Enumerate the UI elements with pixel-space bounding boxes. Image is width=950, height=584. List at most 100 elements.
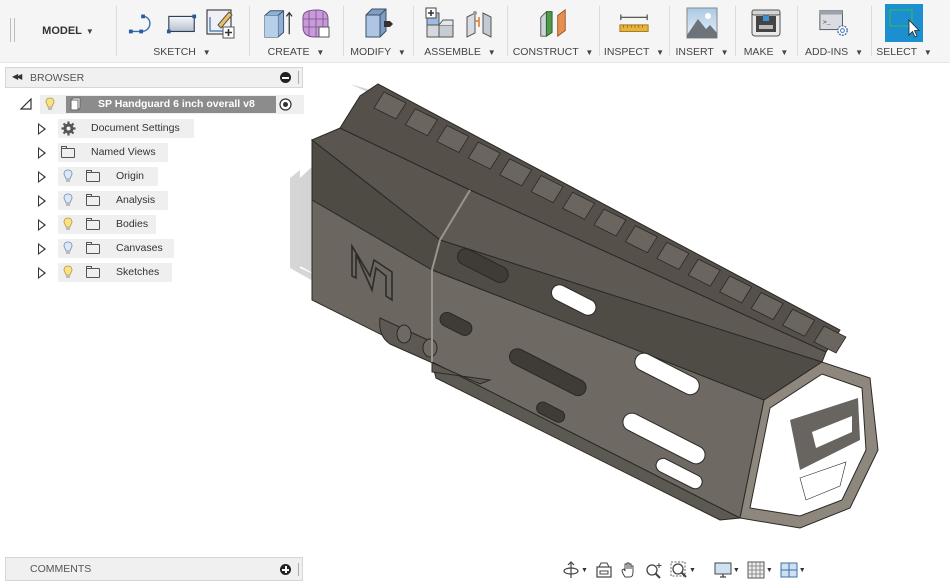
toolbar-group-inspect: INSPECT ▼ — [600, 0, 668, 62]
svg-text:>_: >_ — [823, 19, 831, 26]
extrude-icon[interactable] — [261, 7, 293, 39]
browser-item-label: Sketches — [116, 266, 160, 278]
expand-triangle-icon[interactable] — [38, 147, 46, 159]
viewports-button[interactable]: ▼ — [778, 559, 808, 581]
expand-triangle-icon[interactable] — [38, 219, 46, 231]
fit-window-button[interactable]: ▼ — [668, 559, 698, 581]
browser-item-label: Document Settings — [91, 122, 180, 134]
minimize-icon[interactable] — [280, 72, 291, 83]
expand-triangle-icon[interactable] — [38, 123, 46, 135]
lightbulb-off-icon[interactable] — [63, 169, 73, 183]
activate-radio-icon[interactable] — [279, 98, 292, 111]
chevron-down-icon: ▼ — [732, 566, 740, 574]
zoom-button[interactable] — [643, 559, 665, 581]
offset-plane-icon[interactable] — [537, 7, 569, 39]
look-at-button[interactable] — [593, 559, 615, 581]
select-icon[interactable] — [885, 4, 923, 42]
lightbulb-on-icon[interactable] — [63, 265, 73, 279]
panel-resize-handle[interactable] — [298, 563, 299, 576]
toolbar-group-sketch: SKETCH ▼ — [118, 0, 246, 62]
toolbar-grip[interactable] — [10, 18, 15, 42]
folder-icon — [86, 266, 100, 278]
create-menu[interactable]: CREATE ▼ — [250, 46, 342, 58]
form-icon[interactable] — [299, 7, 331, 39]
chevron-down-icon: ▼ — [397, 48, 406, 57]
insert-image-icon[interactable] — [686, 7, 718, 39]
toolbar-group-modify: MODIFY ▼ — [344, 0, 412, 62]
gear-icon — [61, 121, 76, 136]
expand-triangle-icon[interactable] — [38, 267, 46, 279]
chevron-down-icon: ▼ — [581, 566, 588, 574]
folder-icon — [86, 242, 100, 254]
browser-item-label: Origin — [116, 170, 145, 182]
chevron-down-icon: ▼ — [85, 26, 94, 36]
expand-triangle-icon[interactable] — [38, 171, 46, 183]
browser-item-label: Analysis — [116, 194, 156, 206]
display-settings-button[interactable]: ▼ — [712, 559, 742, 581]
browser-item-bodies[interactable]: Bodies — [0, 215, 310, 234]
sketch-rectangle-icon[interactable] — [166, 7, 198, 39]
qd-socket — [422, 338, 438, 358]
sketch-line-icon[interactable] — [128, 7, 160, 39]
browser-root-row[interactable]: SP Handguard 6 inch overall v8 — [0, 95, 310, 114]
scripts-addins-icon[interactable]: >_ — [818, 7, 850, 39]
chevron-down-icon: ▼ — [316, 48, 325, 57]
modify-menu[interactable]: MODIFY ▼ — [344, 46, 412, 58]
orbit-button[interactable]: ▼ — [560, 559, 590, 581]
chevron-down-icon: ▼ — [923, 48, 932, 57]
chevron-down-icon: ▼ — [765, 566, 773, 574]
folder-icon — [86, 194, 100, 206]
browser-item-canvases[interactable]: Canvases — [0, 239, 310, 258]
expanded-triangle-icon[interactable] — [20, 98, 32, 110]
collapse-panel-icon[interactable]: ◀◀ — [12, 72, 22, 81]
expand-triangle-icon[interactable] — [38, 243, 46, 255]
chevron-down-icon: ▼ — [780, 48, 789, 57]
make-menu[interactable]: MAKE ▼ — [736, 46, 796, 58]
browser-item-analysis[interactable]: Analysis — [0, 191, 310, 210]
browser-item-document-settings[interactable]: Document Settings — [0, 119, 310, 138]
toolbar-group-construct: CONSTRUCT ▼ — [508, 0, 598, 62]
folder-icon — [86, 170, 100, 182]
lightbulb-off-icon[interactable] — [63, 241, 73, 255]
browser-item-named-views[interactable]: Named Views — [0, 143, 310, 162]
press-pull-icon[interactable] — [362, 7, 394, 39]
toolbar-group-select: SELECT ▼ — [872, 0, 936, 62]
joint-icon[interactable] — [463, 7, 495, 39]
expand-triangle-icon[interactable] — [38, 195, 46, 207]
chevron-down-icon: ▼ — [855, 48, 863, 57]
create-sketch-icon[interactable] — [204, 7, 236, 39]
look-at-icon — [596, 562, 612, 578]
assemble-menu[interactable]: ASSEMBLE ▼ — [414, 46, 506, 58]
new-component-icon[interactable] — [425, 7, 457, 39]
lightbulb-on-icon[interactable] — [63, 217, 73, 231]
comments-title: COMMENTS — [30, 563, 92, 575]
browser-item-origin[interactable]: Origin — [0, 167, 310, 186]
fit-window-icon — [670, 561, 687, 578]
select-menu[interactable]: SELECT ▼ — [872, 46, 936, 58]
toolbar-group-assemble: ASSEMBLE ▼ — [414, 0, 506, 62]
measure-icon[interactable] — [618, 7, 650, 39]
inspect-menu[interactable]: INSPECT ▼ — [600, 46, 668, 58]
chevron-down-icon: ▼ — [202, 48, 211, 57]
qd-socket — [396, 324, 412, 344]
toolbar-group-addins: >_ ADD-INS ▼ — [798, 0, 870, 62]
chevron-down-icon: ▼ — [720, 48, 729, 57]
insert-menu[interactable]: INSERT ▼ — [670, 46, 734, 58]
panel-resize-handle[interactable] — [298, 71, 299, 84]
lightbulb-off-icon[interactable] — [63, 193, 73, 207]
viewports-icon — [780, 562, 798, 578]
workspace-dropdown[interactable]: MODEL ▼ — [22, 0, 114, 62]
browser-item-sketches[interactable]: Sketches — [0, 263, 310, 282]
construct-menu[interactable]: CONSTRUCT ▼ — [508, 46, 598, 58]
add-comment-icon[interactable] — [280, 564, 291, 575]
sketch-menu[interactable]: SKETCH ▼ — [118, 46, 246, 58]
root-component-label[interactable]: SP Handguard 6 inch overall v8 — [98, 98, 255, 110]
chevron-down-icon: ▼ — [798, 566, 806, 574]
toolbar-group-create: CREATE ▼ — [250, 0, 342, 62]
addins-menu[interactable]: ADD-INS ▼ — [798, 46, 870, 58]
chevron-down-icon: ▼ — [487, 48, 496, 57]
3d-print-icon[interactable] — [750, 7, 782, 39]
pan-button[interactable] — [618, 559, 640, 581]
lightbulb-on-icon[interactable] — [45, 97, 55, 111]
grid-settings-button[interactable]: ▼ — [745, 559, 775, 581]
